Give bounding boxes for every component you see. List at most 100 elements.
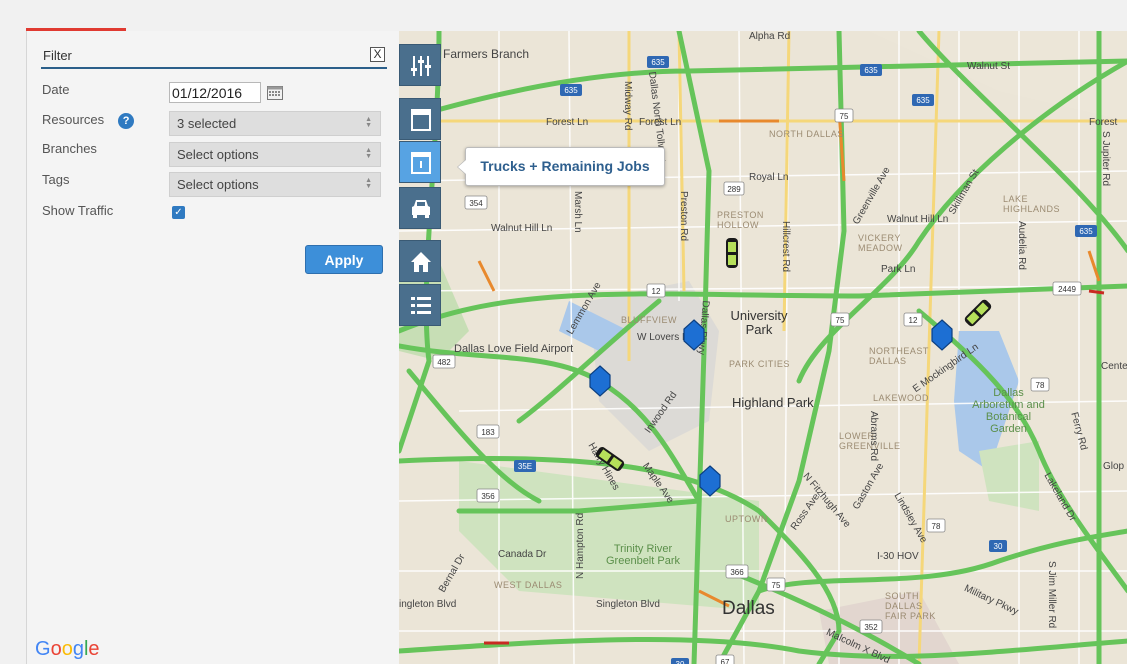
place-trinity-river: Trinity River Greenbelt Park bbox=[606, 543, 680, 567]
filter-sliders-button[interactable] bbox=[399, 44, 441, 86]
district-lakewood: LAKEWOOD bbox=[873, 393, 930, 403]
calendar-button[interactable] bbox=[399, 98, 441, 140]
svg-text:75: 75 bbox=[836, 316, 845, 325]
home-icon bbox=[411, 252, 431, 272]
svg-text:354: 354 bbox=[469, 199, 483, 208]
svg-text:356: 356 bbox=[481, 492, 495, 501]
svg-text:635: 635 bbox=[916, 96, 930, 105]
svg-text:12: 12 bbox=[909, 316, 918, 325]
street-royal: Royal Ln bbox=[749, 172, 789, 183]
street-walnut-hill-2: Walnut Hill Ln bbox=[887, 214, 949, 225]
district-north-dallas: NORTH DALLAS bbox=[769, 129, 844, 139]
street-forest-3: Forest bbox=[1089, 117, 1118, 128]
street-abrams: Abrams Rd bbox=[868, 411, 879, 462]
branches-label: Branches bbox=[42, 141, 97, 156]
filter-header: Filter X bbox=[41, 45, 387, 69]
district-lower-greenville: LOWER GREENVILLE bbox=[839, 431, 901, 451]
place-highland-park: Highland Park bbox=[732, 395, 814, 410]
truck-marker-icon[interactable] bbox=[725, 237, 739, 269]
place-farmers-branch: Farmers Branch bbox=[443, 47, 530, 61]
job-pin-icon[interactable] bbox=[683, 319, 705, 351]
svg-text:635: 635 bbox=[651, 58, 665, 67]
app-body: Filter X Date 01/12/2016 Resources? 3 se… bbox=[26, 31, 1127, 664]
svg-text:635: 635 bbox=[864, 66, 878, 75]
toolbar-tooltip: Trucks + Remaining Jobs bbox=[457, 147, 665, 186]
svg-text:75: 75 bbox=[840, 112, 849, 121]
show-traffic-checkbox[interactable]: ✓ bbox=[172, 206, 185, 219]
district-preston-hollow: PRESTON HOLLOW bbox=[717, 210, 764, 230]
svg-text:183: 183 bbox=[481, 428, 495, 437]
select-arrows-icon: ▲ ▼ bbox=[365, 147, 372, 160]
tags-label: Tags bbox=[42, 172, 70, 187]
filter-panel: Filter X Date 01/12/2016 Resources? 3 se… bbox=[27, 31, 399, 664]
shield-635: 635 bbox=[647, 56, 669, 68]
resources-select[interactable]: 3 selected ▲ ▼ bbox=[169, 111, 381, 136]
svg-text:35E: 35E bbox=[518, 462, 532, 471]
apply-button[interactable]: Apply bbox=[305, 245, 383, 274]
svg-text:30: 30 bbox=[994, 542, 1003, 551]
date-label: Date bbox=[42, 82, 70, 97]
job-pin-icon[interactable] bbox=[699, 465, 721, 497]
truck-icon bbox=[412, 200, 430, 218]
app-window: Filter X Date 01/12/2016 Resources? 3 se… bbox=[0, 0, 1127, 664]
street-midway: Midway Rd bbox=[622, 81, 633, 131]
calendar-icon bbox=[411, 109, 431, 131]
street-hampton: N Hampton Rd bbox=[575, 512, 586, 579]
svg-text:352: 352 bbox=[864, 623, 878, 632]
select-arrows-icon: ▲ ▼ bbox=[365, 177, 372, 190]
resources-label: Resources? bbox=[42, 112, 135, 129]
street-alpha: Alpha Rd bbox=[749, 31, 791, 42]
resources-label-text: Resources bbox=[42, 112, 105, 127]
street-walnut-hill: Walnut Hill Ln bbox=[491, 223, 553, 234]
svg-text:2449: 2449 bbox=[1058, 285, 1076, 294]
close-filter-button[interactable]: X bbox=[370, 47, 385, 62]
filter-title: Filter bbox=[43, 48, 72, 63]
district-uptown: UPTOWN bbox=[725, 514, 768, 524]
street-jim-miller: S Jim Miller Rd bbox=[1046, 561, 1057, 629]
job-pin-icon[interactable] bbox=[931, 319, 953, 351]
district-vickery-meadow: VICKERY MEADOW bbox=[858, 233, 903, 253]
district-west-dallas: WEST DALLAS bbox=[494, 580, 563, 590]
svg-text:30: 30 bbox=[676, 660, 685, 664]
jobs-icon bbox=[411, 152, 431, 174]
calendar-picker-icon[interactable] bbox=[267, 85, 283, 100]
filter-sliders-icon bbox=[411, 56, 431, 76]
district-lake-highlands: LAKE HIGHLANDS bbox=[1003, 194, 1061, 214]
tags-select-value: Select options bbox=[177, 177, 259, 192]
map-view[interactable]: 635 635 635 635 635 35E 30 30 bbox=[399, 31, 1127, 664]
svg-text:75: 75 bbox=[772, 581, 781, 590]
svg-text:635: 635 bbox=[564, 86, 578, 95]
street-marsh: Marsh Ln bbox=[572, 191, 583, 233]
select-arrows-icon: ▲ ▼ bbox=[365, 116, 372, 129]
street-jupiter: S Jupiter Rd bbox=[1100, 131, 1111, 187]
district-northeast-dallas: NORTHEAST DALLAS bbox=[869, 346, 929, 366]
svg-text:78: 78 bbox=[932, 522, 941, 531]
svg-text:482: 482 bbox=[437, 358, 451, 367]
street-walnut: Walnut St bbox=[967, 61, 1010, 72]
street-gloyd: Glop bbox=[1103, 461, 1125, 472]
show-traffic-label: Show Traffic bbox=[42, 203, 114, 218]
help-icon[interactable]: ? bbox=[118, 112, 135, 129]
street-central: Cente bbox=[1101, 361, 1127, 372]
branches-select-value: Select options bbox=[177, 147, 259, 162]
branches-select[interactable]: Select options ▲ ▼ bbox=[169, 142, 381, 167]
place-university-park: University Park bbox=[730, 308, 788, 337]
district-south-dallas: SOUTH DALLAS FAIR PARK bbox=[885, 591, 936, 621]
date-input[interactable]: 01/12/2016 bbox=[169, 82, 261, 103]
place-arboretum: Dallas Arboretum and Botanical Garden bbox=[972, 387, 1045, 435]
district-bluffview: BLUFFVIEW bbox=[621, 315, 678, 325]
place-love-field: Dallas Love Field Airport bbox=[454, 343, 574, 355]
job-pin-icon[interactable] bbox=[589, 365, 611, 397]
tags-select[interactable]: Select options ▲ ▼ bbox=[169, 172, 381, 197]
svg-text:366: 366 bbox=[730, 568, 744, 577]
list-button[interactable] bbox=[399, 284, 441, 326]
svg-text:12: 12 bbox=[652, 287, 661, 296]
svg-text:289: 289 bbox=[727, 185, 741, 194]
svg-text:635: 635 bbox=[1079, 227, 1093, 236]
jobs-button[interactable] bbox=[399, 141, 441, 183]
street-preston: Preston Rd bbox=[678, 191, 689, 242]
home-button[interactable] bbox=[399, 240, 441, 282]
street-hillcrest: Hillcrest Rd bbox=[780, 221, 791, 273]
trucks-button[interactable] bbox=[399, 187, 441, 229]
svg-text:67: 67 bbox=[721, 658, 730, 664]
